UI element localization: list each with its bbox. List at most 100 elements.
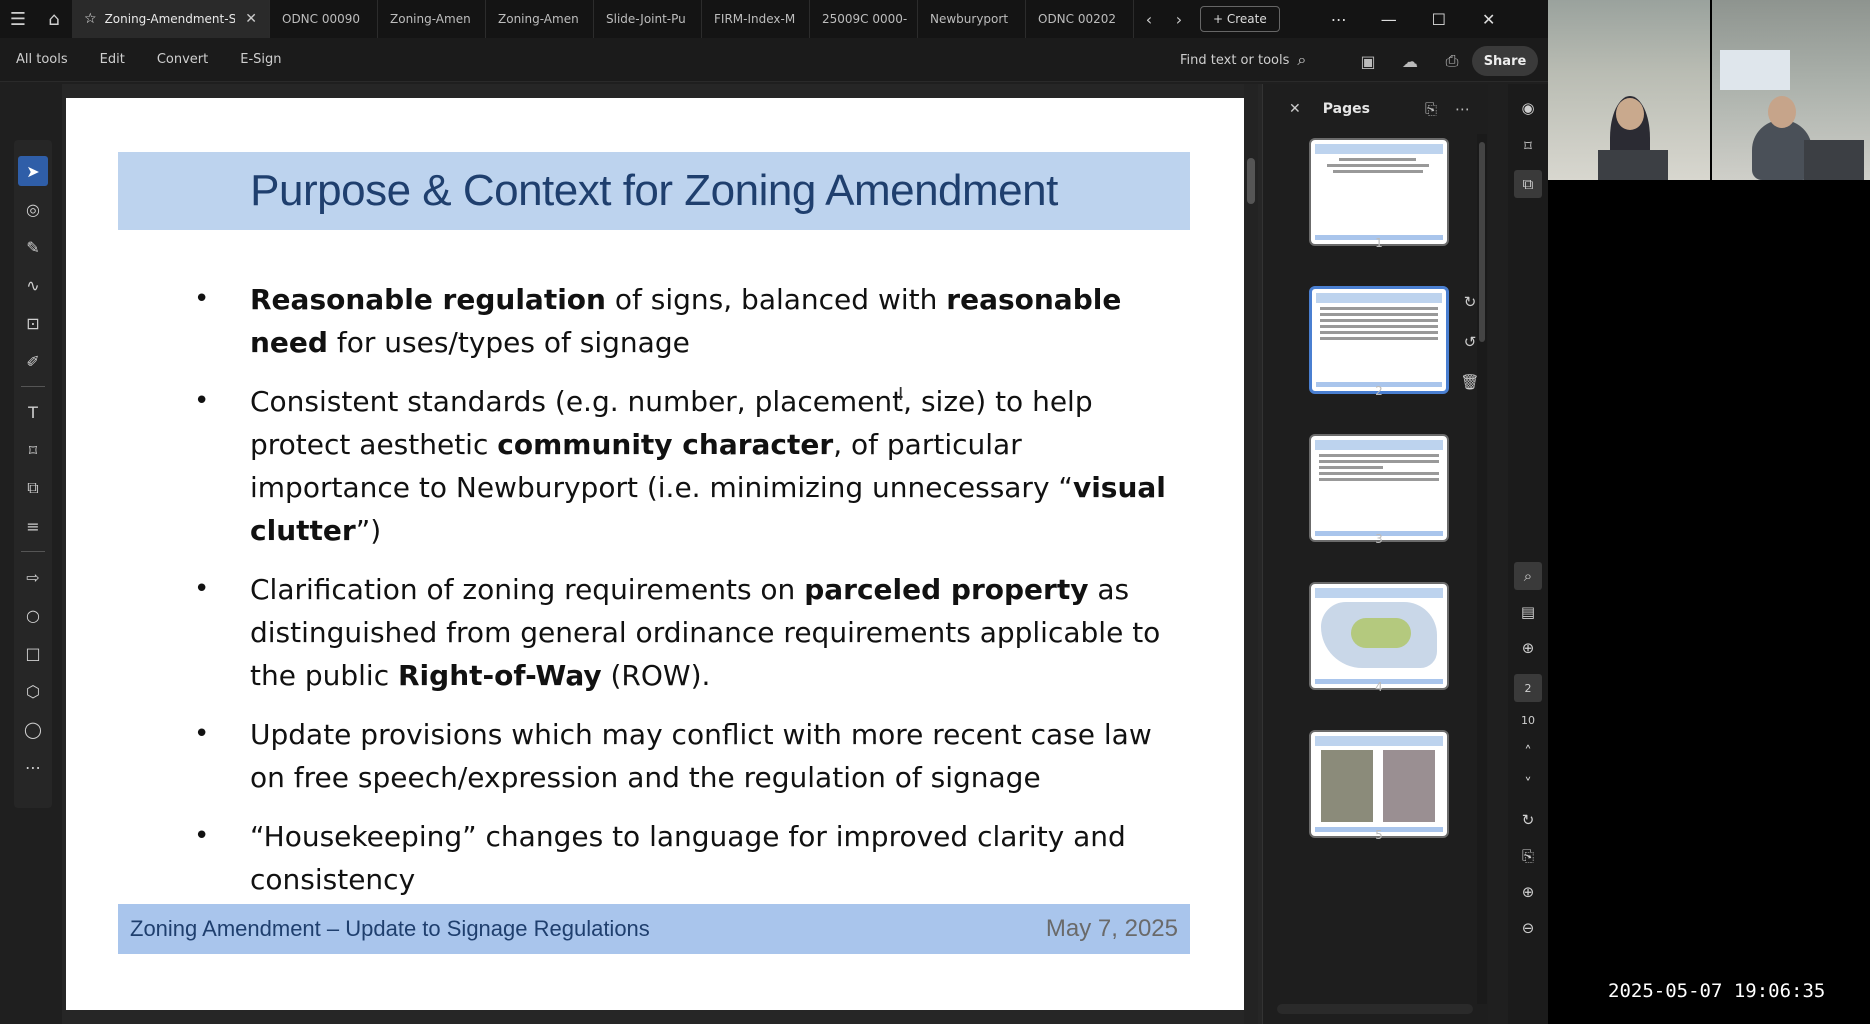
zoom-area-icon[interactable]: ⊕: [1514, 634, 1542, 662]
slide-footer: Zoning Amendment – Update to Signage Reg…: [118, 904, 1190, 954]
page-number-2: 2: [1375, 384, 1383, 398]
bullet-item: • Clarification of zoning requirements on…: [166, 568, 1186, 697]
bullet-bold-text: Right-of-Way: [398, 659, 602, 692]
close-tab-icon[interactable]: ✕: [245, 11, 257, 27]
find-text-or-tools[interactable]: Find text or tools ⌕: [1180, 46, 1306, 74]
share-button[interactable]: Share: [1472, 46, 1538, 76]
refresh-icon[interactable]: ↻: [1514, 806, 1542, 834]
tab-2[interactable]: ODNC 00090: [270, 0, 378, 38]
rotate-clockwise-icon[interactable]: ↻: [1464, 282, 1477, 322]
cloud-shape-icon[interactable]: ◯: [18, 714, 48, 744]
save-page-icon[interactable]: ⎘: [1514, 842, 1542, 870]
hamburger-menu-icon[interactable]: ☰: [0, 0, 36, 38]
tab-scroll-left-icon[interactable]: ‹: [1134, 0, 1164, 38]
camera-feed-1: [1548, 0, 1710, 180]
tab-6[interactable]: FIRM-Index-M: [702, 0, 810, 38]
scrollbar-thumb[interactable]: [1247, 158, 1255, 204]
create-button[interactable]: + Create: [1200, 6, 1280, 32]
list-icon[interactable]: ≡: [18, 511, 48, 541]
text-cursor-icon: I: [898, 384, 904, 405]
home-icon[interactable]: ⌂: [36, 0, 72, 38]
draw-tool-icon[interactable]: ∿: [18, 270, 48, 300]
bullet-dot: •: [194, 386, 210, 416]
close-window-icon[interactable]: ✕: [1464, 0, 1514, 38]
crop-icon[interactable]: ⧉: [18, 473, 48, 503]
pages-panel-title: Pages: [1322, 101, 1370, 117]
zoom-in-icon[interactable]: ⊕: [1514, 878, 1542, 906]
arrow-shape-icon[interactable]: ⇨: [18, 562, 48, 592]
rotate-counterclockwise-icon[interactable]: ↺: [1464, 322, 1477, 362]
more-tools-icon[interactable]: ⋯: [18, 752, 48, 782]
slide-title-bar: Purpose & Context for Zoning Amendment: [118, 152, 1190, 230]
find-in-page-icon[interactable]: ⌕: [1514, 562, 1542, 590]
video-timestamp: 2025-05-07 19:06:35: [1608, 980, 1826, 1002]
tab-label: Zoning-Amen: [498, 12, 579, 26]
select-tool-icon[interactable]: ➤: [18, 156, 48, 186]
menu-convert[interactable]: Convert: [141, 52, 224, 67]
current-page-indicator[interactable]: 2: [1514, 674, 1542, 702]
bullet-dot: •: [194, 719, 210, 749]
tab-7[interactable]: 25009C 0000-: [810, 0, 918, 38]
panel-more-icon[interactable]: ⋯: [1455, 100, 1470, 118]
pages-horizontal-scrollbar[interactable]: [1277, 1004, 1473, 1014]
polygon-shape-icon[interactable]: ⬡: [18, 676, 48, 706]
slide-page: Purpose & Context for Zoning Amendment •…: [66, 98, 1244, 1010]
cloud-upload-icon[interactable]: ☁: [1396, 48, 1424, 74]
previous-page-icon[interactable]: ˄: [1514, 738, 1542, 766]
insert-page-icon[interactable]: ⎘: [1425, 100, 1437, 118]
page-info-icon[interactable]: ▤: [1514, 598, 1542, 626]
close-panel-icon[interactable]: ✕: [1289, 101, 1301, 117]
bullet-dot: •: [194, 821, 210, 851]
tab-9[interactable]: ODNC 00202: [1026, 0, 1134, 38]
pages-scrollbar[interactable]: [1477, 134, 1487, 1004]
next-page-icon[interactable]: ˅: [1514, 770, 1542, 798]
thumb-line: [1320, 313, 1438, 316]
document-scrollbar[interactable]: [1244, 84, 1258, 1024]
monitor: [1720, 50, 1790, 90]
tab-5[interactable]: Slide-Joint-Pu: [594, 0, 702, 38]
rectangle-shape-icon[interactable]: □: [18, 638, 48, 668]
print-icon[interactable]: ⎙: [1438, 48, 1466, 74]
comment-tool-icon[interactable]: ◎: [18, 194, 48, 224]
scrollbar-thumb[interactable]: [1479, 142, 1485, 342]
menu-e-sign[interactable]: E-Sign: [224, 52, 297, 67]
fill-sign-icon[interactable]: ✐: [18, 346, 48, 376]
circle-shape-icon[interactable]: ○: [18, 600, 48, 630]
zoom-out-icon[interactable]: ⊖: [1514, 914, 1542, 942]
tab-4[interactable]: Zoning-Amen: [486, 0, 594, 38]
thumb-line: [1327, 164, 1430, 167]
star-icon[interactable]: ☆: [84, 11, 97, 27]
page-thumbnail-2[interactable]: [1309, 286, 1449, 394]
thumb-line: [1339, 158, 1416, 161]
bullet-dot: •: [194, 574, 210, 604]
laptop: [1598, 150, 1668, 180]
highlight-tool-icon[interactable]: ✎: [18, 232, 48, 262]
tab-label: 25009C 0000-: [822, 12, 908, 26]
ai-assistant-icon[interactable]: ◉: [1514, 94, 1542, 122]
bullet-item: • Update provisions which may conflict wi…: [166, 713, 1186, 799]
thumb-line: [1319, 478, 1439, 481]
document-area[interactable]: Purpose & Context for Zoning Amendment •…: [62, 84, 1262, 1024]
minimize-icon[interactable]: —: [1364, 0, 1414, 38]
participant-2: [1752, 120, 1812, 180]
tab-3[interactable]: Zoning-Amen: [378, 0, 486, 38]
toolbar-divider: [21, 386, 45, 387]
maximize-icon[interactable]: ☐: [1414, 0, 1464, 38]
tab-scroll-right-icon[interactable]: ›: [1164, 0, 1194, 38]
bookmark-icon[interactable]: ⌑: [18, 435, 48, 465]
text-recognition-icon[interactable]: ⊡: [18, 308, 48, 338]
tab-8[interactable]: Newburyport: [918, 0, 1026, 38]
save-icon[interactable]: ▣: [1354, 48, 1382, 74]
pages-icon[interactable]: ⧉: [1514, 170, 1542, 198]
add-text-icon[interactable]: T: [18, 397, 48, 427]
bullet-item: • Consistent standards (e.g. number, plac…: [166, 380, 1186, 552]
page-thumbnail-5[interactable]: [1309, 730, 1449, 838]
menu-edit[interactable]: Edit: [84, 52, 141, 67]
page-thumbnail-3[interactable]: [1309, 434, 1449, 542]
menu-all-tools[interactable]: All tools: [0, 52, 84, 67]
tab-zoning-amendment-slides[interactable]: ☆ Zoning-Amendment-Sli ✕: [72, 0, 270, 38]
more-options-icon[interactable]: ⋯: [1314, 0, 1364, 38]
page-thumbnail-4[interactable]: [1309, 582, 1449, 690]
page-thumbnail-1[interactable]: [1309, 138, 1449, 246]
bookmarks-icon[interactable]: ⌑: [1514, 132, 1542, 160]
